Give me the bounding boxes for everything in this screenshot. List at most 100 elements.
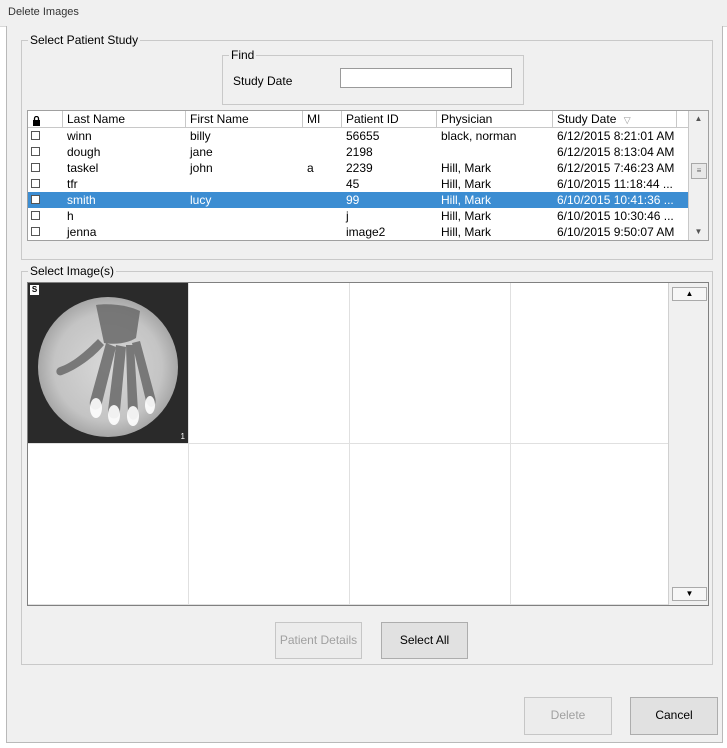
image-number: 1	[180, 432, 185, 441]
image-thumbnail[interactable]: S 1	[28, 283, 189, 444]
title-bar: Delete Images	[0, 0, 727, 27]
cell-last: tfr	[67, 177, 78, 191]
row-lock-checkbox[interactable]	[31, 227, 40, 236]
cell-pid: 99	[346, 193, 360, 207]
cell-physician: Hill, Mark	[441, 161, 491, 175]
cell-last: taskel	[67, 161, 99, 175]
cell-first: lucy	[190, 193, 212, 207]
scroll-thumb-icon[interactable]: ≡	[691, 163, 707, 179]
table-row[interactable]: dough jane 2198 6/12/2015 8:13:04 AM	[28, 144, 696, 160]
image-slot	[189, 283, 350, 444]
cell-date: 6/10/2015 9:50:07 AM	[557, 225, 675, 239]
select-all-button[interactable]: Select All	[381, 622, 468, 659]
lock-icon	[32, 114, 41, 127]
column-header-physician[interactable]: Physician	[437, 111, 553, 127]
image-grid: S 1 ▲ ▼	[27, 282, 709, 606]
grid-vertical-scrollbar[interactable]: ▲ ≡ ▼	[688, 111, 708, 240]
row-lock-checkbox[interactable]	[31, 147, 40, 156]
row-lock-checkbox[interactable]	[31, 131, 40, 140]
image-grid-scrollbar[interactable]: ▲ ▼	[668, 283, 708, 605]
dialog-body: Select Patient Study Find Study Date Las…	[6, 26, 723, 743]
patient-details-button[interactable]: Patient Details	[275, 622, 362, 659]
patient-study-group-title: Select Patient Study	[28, 33, 141, 47]
row-lock-checkbox[interactable]	[31, 211, 40, 220]
cell-pid: 56655	[346, 129, 380, 143]
cell-mi	[303, 176, 342, 192]
cell-last: smith	[67, 193, 96, 207]
cell-first: billy	[190, 129, 211, 143]
scroll-down-icon[interactable]: ▼	[689, 224, 708, 240]
cell-pid: 2198	[346, 145, 373, 159]
cell-mi	[303, 208, 342, 224]
cell-physician: black, norman	[441, 129, 517, 143]
cell-last: winn	[67, 129, 92, 143]
column-header-study-date[interactable]: Study Date ▽	[553, 111, 677, 127]
cell-date: 6/12/2015 7:46:23 AM	[557, 161, 675, 175]
cell-mi: a	[307, 161, 314, 175]
cell-pid: 2239	[346, 161, 373, 175]
cell-physician: Hill, Mark	[441, 177, 491, 191]
cell-pid: image2	[346, 225, 386, 239]
cell-pid: 45	[346, 177, 360, 191]
grid-header: Last Name First Name MI Patient ID Physi…	[28, 111, 696, 128]
cell-last: h	[67, 209, 74, 223]
cell-first	[186, 176, 303, 192]
cell-pid: j	[346, 209, 349, 223]
image-slot	[189, 444, 350, 605]
study-date-input[interactable]	[340, 68, 512, 88]
cell-mi	[303, 128, 342, 144]
column-header-first-name[interactable]: First Name	[186, 111, 303, 127]
cell-mi	[303, 144, 342, 160]
cell-last: jenna	[67, 225, 97, 239]
cell-date: 6/10/2015 10:41:36 ...	[557, 193, 674, 207]
column-header-last-name[interactable]: Last Name	[63, 111, 186, 127]
cell-physician: Hill, Mark	[441, 225, 491, 239]
column-header-patient-id[interactable]: Patient ID	[342, 111, 437, 127]
scroll-up-icon[interactable]: ▲	[672, 287, 707, 301]
find-group: Find Study Date	[222, 48, 524, 105]
study-date-label: Study Date	[233, 74, 293, 88]
cell-first: john	[190, 161, 213, 175]
cell-mi	[303, 224, 342, 240]
sort-descending-icon: ▽	[623, 115, 631, 125]
row-lock-checkbox[interactable]	[31, 195, 40, 204]
delete-images-window: Delete Images Select Patient Study Find …	[0, 0, 727, 748]
table-row[interactable]: taskel john a 2239 Hill, Mark 6/12/2015 7:46:…	[28, 160, 696, 176]
cancel-button[interactable]: Cancel	[630, 697, 718, 735]
image-slot	[511, 283, 672, 444]
cell-date: 6/10/2015 11:18:44 ...	[557, 177, 673, 191]
table-row[interactable]: tfr 45 Hill, Mark 6/10/2015 11:18:44 ...	[28, 176, 696, 192]
cell-date: 6/12/2015 8:21:01 AM	[557, 129, 675, 143]
images-group-title: Select Image(s)	[28, 264, 117, 278]
cell-date: 6/10/2015 10:30:46 ...	[557, 209, 674, 223]
column-header-mi[interactable]: MI	[303, 111, 342, 127]
hand-xray-image	[38, 297, 178, 437]
row-lock-checkbox[interactable]	[31, 163, 40, 172]
delete-button[interactable]: Delete	[524, 697, 612, 735]
cell-physician	[437, 144, 553, 160]
lock-column-header[interactable]	[28, 111, 63, 127]
find-group-title: Find	[229, 48, 257, 62]
table-row[interactable]: smith lucy 99 Hill, Mark 6/10/2015 10:41:36 …	[28, 192, 696, 208]
cell-physician: Hill, Mark	[441, 193, 491, 207]
image-slot	[350, 444, 511, 605]
image-slot	[28, 444, 189, 605]
table-row[interactable]: h j Hill, Mark 6/10/2015 10:30:46 ...	[28, 208, 696, 224]
patient-study-grid: Last Name First Name MI Patient ID Physi…	[27, 110, 709, 241]
window-title: Delete Images	[8, 6, 79, 18]
cell-first	[186, 224, 303, 240]
image-slot	[511, 444, 672, 605]
cell-mi	[303, 192, 342, 208]
patient-study-group: Select Patient Study Find Study Date Las…	[21, 33, 713, 260]
cell-date: 6/12/2015 8:13:04 AM	[557, 145, 675, 159]
scroll-down-icon[interactable]: ▼	[672, 587, 707, 601]
scroll-up-icon[interactable]: ▲	[689, 111, 708, 127]
cell-last: dough	[67, 145, 101, 159]
cell-first	[186, 208, 303, 224]
table-row[interactable]: winn billy 56655 black, norman 6/12/2015 8:2…	[28, 128, 696, 144]
study-date-header-label: Study Date	[557, 112, 617, 126]
row-lock-checkbox[interactable]	[31, 179, 40, 188]
cell-physician: Hill, Mark	[441, 209, 491, 223]
image-series-badge: S	[30, 285, 39, 295]
table-row[interactable]: jenna image2 Hill, Mark 6/10/2015 9:50:07 A…	[28, 224, 696, 240]
